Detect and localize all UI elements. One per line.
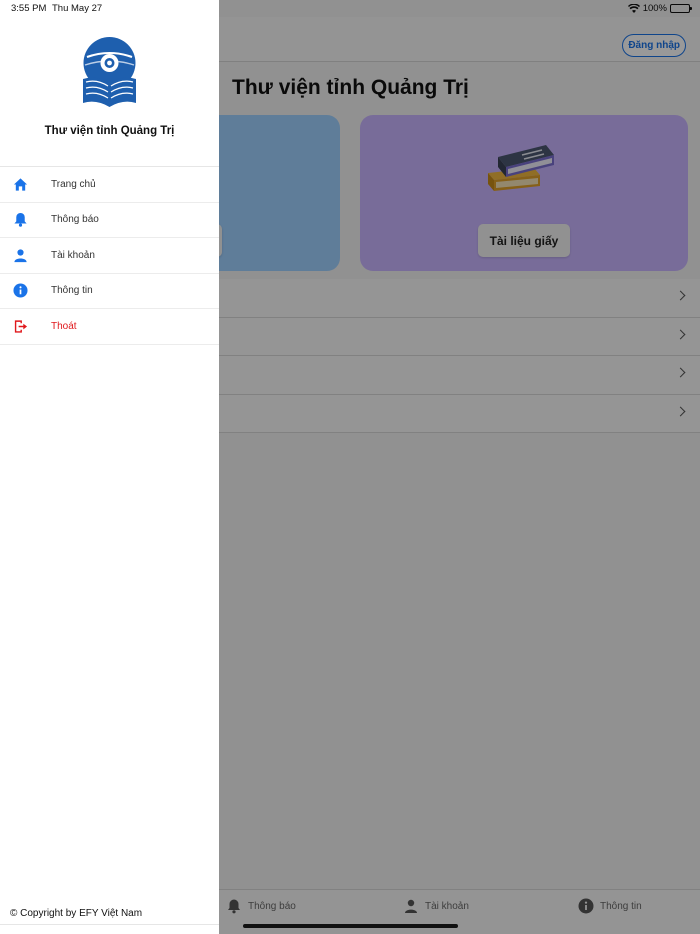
- menu-item-info[interactable]: Thông tin: [0, 274, 219, 309]
- copyright-text: © Copyright by EFY Việt Nam: [10, 908, 143, 919]
- drawer-title: Thư viện tỉnh Quảng Trị: [44, 125, 175, 137]
- menu-item-account[interactable]: Tài khoản: [0, 238, 219, 274]
- logout-icon: [14, 320, 28, 333]
- person-icon: [14, 249, 27, 262]
- info-icon: [13, 283, 28, 298]
- library-logo: [83, 37, 136, 107]
- menu-item-notifications[interactable]: Thông báo: [0, 203, 219, 238]
- drawer-status-bar: 3:55 PM Thu May 27: [0, 0, 219, 17]
- status-time: 3:55 PM: [11, 3, 47, 14]
- home-indicator: [243, 924, 458, 928]
- menu-item-home[interactable]: Trang chủ: [0, 167, 219, 203]
- status-date: Thu May 27: [52, 3, 103, 14]
- menu-label: Thoát: [51, 320, 77, 332]
- menu-label: Trang chủ: [51, 178, 96, 190]
- menu-item-logout[interactable]: Thoát: [0, 309, 219, 345]
- menu-label: Thông tin: [51, 285, 93, 297]
- divider: [0, 924, 219, 925]
- side-drawer: 3:55 PM Thu May 27 Thư viện tỉnh Quảng T…: [0, 0, 219, 934]
- menu-label: Tài khoản: [51, 249, 95, 261]
- drawer-menu: Trang chủ Thông báo Tài khoản Thông tin …: [0, 166, 219, 345]
- home-icon: [13, 178, 28, 191]
- bell-icon: [14, 213, 27, 227]
- menu-label: Thông báo: [51, 214, 99, 226]
